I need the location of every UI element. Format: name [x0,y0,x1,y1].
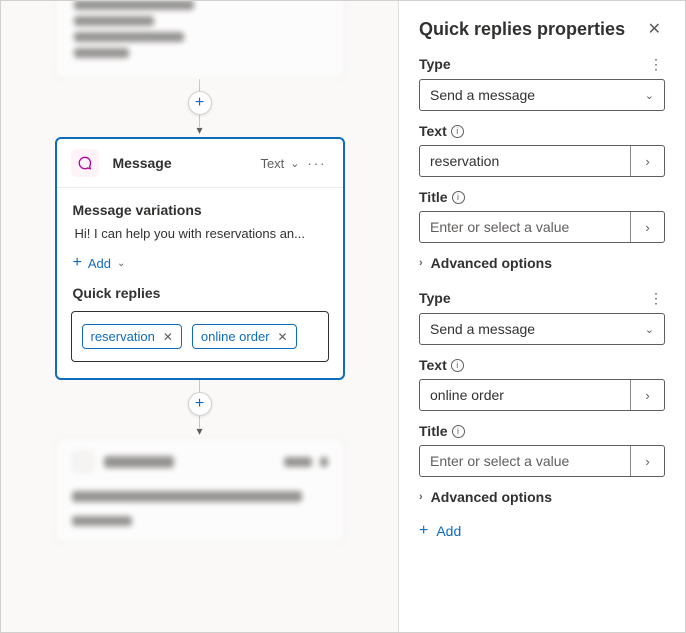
chip-label: reservation [91,329,155,344]
chevron-right-icon[interactable]: › [630,380,664,410]
text-input[interactable]: reservation › [419,145,665,177]
reply-more-button[interactable]: ⋮ [647,289,665,307]
advanced-options-toggle[interactable]: › Advanced options [419,489,665,505]
title-input[interactable]: Enter or select a value › [419,445,665,477]
title-placeholder: Enter or select a value [420,212,630,242]
title-field-label: Titlei [419,189,665,205]
add-node-button[interactable]: + [188,392,212,416]
plus-icon: + [73,255,82,271]
panel-title: Quick replies properties [419,19,644,40]
node-more-button[interactable]: ··· [306,156,329,171]
info-icon[interactable]: i [452,425,465,438]
title-input[interactable]: Enter or select a value › [419,211,665,243]
chevron-right-icon: › [419,257,423,269]
text-label: Texti [419,357,665,373]
message-icon [71,149,99,177]
type-label: Type [419,56,647,72]
text-value: reservation [420,146,630,176]
connector: + ▾ [21,79,378,137]
info-icon[interactable]: i [451,359,464,372]
close-panel-button[interactable]: ✕ [644,17,665,41]
text-value: online order [420,380,630,410]
quick-reply-chip[interactable]: online order ✕ [192,324,297,349]
flow-canvas: + ▾ Message Text ⌄ ··· Message [1,1,398,632]
output-type[interactable]: Text [260,156,284,171]
info-icon[interactable]: i [451,125,464,138]
previous-node-blurred [55,1,345,79]
chevron-right-icon[interactable]: › [630,146,664,176]
add-label: Add [436,523,461,539]
add-variation-label: Add [88,256,111,271]
chevron-right-icon[interactable]: › [630,212,664,242]
type-select[interactable]: Send a message ⌄ [419,79,665,111]
chevron-down-icon[interactable]: ⌄ [290,157,299,170]
remove-chip-icon[interactable]: ✕ [278,330,288,344]
add-node-button[interactable]: + [188,91,212,115]
quick-replies-box[interactable]: reservation ✕ online order ✕ [71,311,329,362]
text-label: Texti [419,123,665,139]
info-icon[interactable]: i [452,191,465,204]
type-value: Send a message [430,87,535,103]
chevron-down-icon: ⌄ [117,258,125,269]
type-select[interactable]: Send a message ⌄ [419,313,665,345]
remove-chip-icon[interactable]: ✕ [163,330,173,344]
advanced-options-toggle[interactable]: › Advanced options [419,255,665,271]
type-label: Type [419,290,647,306]
quick-replies-label: Quick replies [57,281,343,307]
reply-more-button[interactable]: ⋮ [647,55,665,73]
text-input[interactable]: online order › [419,379,665,411]
title-placeholder: Enter or select a value [420,446,630,476]
chevron-down-icon: ⌄ [645,89,654,102]
properties-panel: Quick replies properties ✕ Type ⋮ Send a… [398,1,685,632]
connector: + ▾ [21,380,378,438]
plus-icon: + [419,523,428,539]
add-quick-reply-button[interactable]: + Add [419,523,665,539]
arrow-down-icon: ▾ [196,424,202,438]
variation-preview[interactable]: Hi! I can help you with reservations an.… [57,224,343,251]
variations-label: Message variations [57,188,343,224]
arrow-down-icon: ▾ [196,123,202,137]
add-variation-button[interactable]: + Add ⌄ [57,251,343,281]
chevron-right-icon: › [419,491,423,503]
type-value: Send a message [430,321,535,337]
quick-reply-chip[interactable]: reservation ✕ [82,324,182,349]
chevron-right-icon[interactable]: › [630,446,664,476]
advanced-label: Advanced options [431,489,552,505]
node-title: Message [109,155,251,171]
chip-label: online order [201,329,270,344]
message-node[interactable]: Message Text ⌄ ··· Message variations Hi… [55,137,345,380]
advanced-label: Advanced options [431,255,552,271]
next-node-blurred [55,438,345,543]
chevron-down-icon: ⌄ [645,323,654,336]
title-field-label: Titlei [419,423,665,439]
